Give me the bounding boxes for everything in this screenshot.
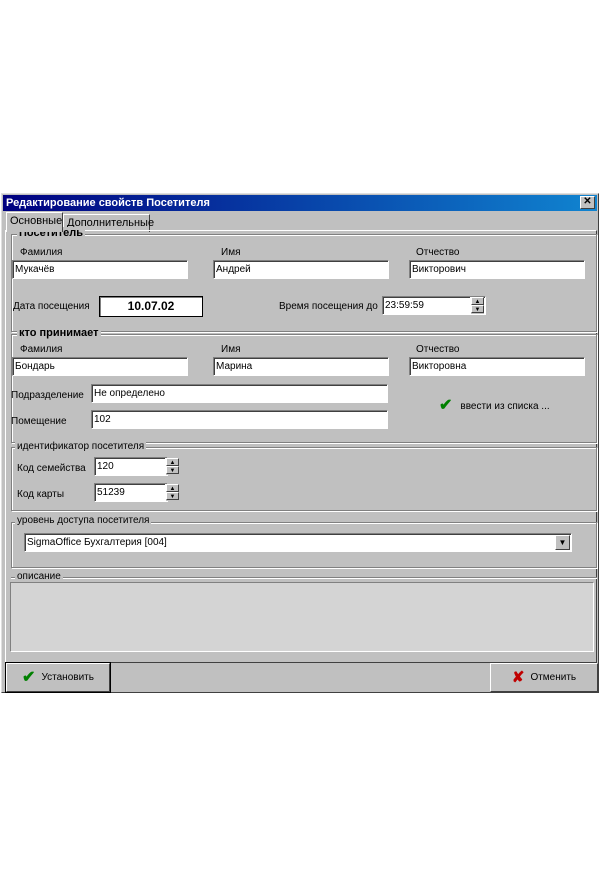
host-last-name-label: Фамилия: [20, 344, 63, 355]
visitor-first-name-label: Имя: [221, 247, 241, 258]
close-icon[interactable]: ✕: [580, 196, 595, 209]
visit-date-field[interactable]: 10.07.02: [99, 296, 203, 317]
department-label: Подразделение: [11, 390, 84, 401]
apply-button[interactable]: ✔ Установить: [5, 662, 111, 693]
host-section-title: кто принимает: [17, 327, 101, 339]
card-code-stepper[interactable]: ▲ ▼: [165, 484, 179, 501]
access-level-select[interactable]: SigmaOffice Бухгалтерия [004]: [24, 533, 572, 552]
visit-date-label: Дата посещения: [13, 301, 90, 312]
spin-down-icon[interactable]: ▼: [166, 492, 179, 500]
host-first-name-label: Имя: [221, 344, 241, 355]
pick-from-list-button[interactable]: ✔ ввести из списка ...: [439, 397, 550, 414]
visit-time-value: 23:59:59: [385, 300, 424, 311]
description-divider: [11, 577, 597, 579]
check-icon: ✔: [439, 397, 453, 414]
tab-main-label: Основные: [10, 215, 63, 227]
room-label: Помещение: [11, 416, 67, 427]
cancel-button[interactable]: ✘ Отменить: [490, 663, 598, 692]
description-field[interactable]: [10, 582, 594, 652]
spin-up-icon[interactable]: ▲: [471, 297, 484, 305]
family-code-field[interactable]: 120: [94, 457, 168, 476]
spin-down-icon[interactable]: ▼: [166, 466, 179, 474]
visitor-properties-dialog: Редактирование свойств Посетителя ✕ Осно…: [1, 193, 599, 693]
department-field[interactable]: Не определено: [91, 384, 388, 403]
check-icon: ✔: [22, 668, 36, 686]
host-patronymic-label: Отчество: [416, 344, 460, 355]
card-code-field[interactable]: 51239: [94, 483, 168, 502]
card-code-label: Код карты: [17, 489, 65, 500]
room-field[interactable]: 102: [91, 410, 388, 429]
family-code-label: Код семейства: [17, 463, 86, 474]
cross-icon: ✘: [511, 668, 525, 686]
host-last-name-field[interactable]: Бондарь: [12, 357, 188, 376]
visitor-last-name-field[interactable]: Мукачёв: [12, 260, 188, 279]
chevron-down-icon[interactable]: ▼: [555, 535, 570, 550]
access-section-title: уровень доступа посетителя: [15, 515, 152, 526]
title-bar: Редактирование свойств Посетителя ✕: [3, 195, 597, 211]
spin-up-icon[interactable]: ▲: [166, 458, 179, 466]
tab-main[interactable]: Основные: [6, 212, 63, 232]
visitor-last-name-label: Фамилия: [20, 247, 63, 258]
visit-time-label: Время посещения до: [279, 301, 378, 312]
visitor-first-name-field[interactable]: Андрей: [213, 260, 389, 279]
apply-button-label: Установить: [41, 672, 94, 683]
spin-down-icon[interactable]: ▼: [471, 305, 484, 313]
cancel-button-label: Отменить: [530, 672, 577, 683]
access-level-value: SigmaOffice Бухгалтерия [004]: [27, 537, 167, 548]
spin-up-icon[interactable]: ▲: [166, 484, 179, 492]
visitor-section: [11, 234, 597, 332]
family-code-stepper[interactable]: ▲ ▼: [165, 458, 179, 475]
host-patronymic-field[interactable]: Викторовна: [409, 357, 585, 376]
visitor-patronymic-label: Отчество: [416, 247, 460, 258]
visitor-patronymic-field[interactable]: Викторович: [409, 260, 585, 279]
description-section-title: описание: [15, 571, 63, 582]
pick-from-list-label: ввести из списка ...: [460, 400, 550, 412]
tab-page-main: Посетитель Фамилия Имя Отчество Мукачёв …: [5, 227, 597, 663]
window-title: Редактирование свойств Посетителя: [6, 197, 210, 209]
host-first-name-field[interactable]: Марина: [213, 357, 389, 376]
identifier-section-title: идентификатор посетителя: [15, 441, 147, 452]
visit-time-stepper[interactable]: ▲ ▼: [470, 297, 484, 314]
